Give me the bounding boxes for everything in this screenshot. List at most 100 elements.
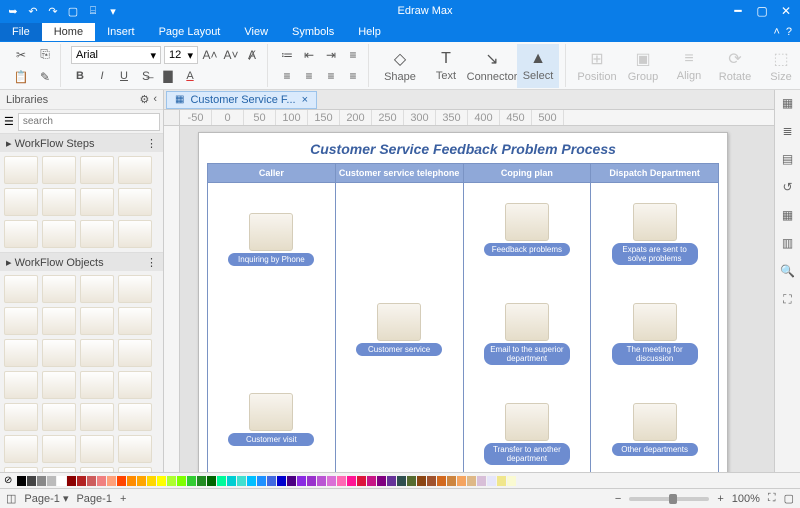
library-collapse-icon[interactable]: ‹ [153,93,157,106]
tab-home[interactable]: Home [42,23,95,41]
shape-thumb[interactable] [42,435,76,463]
library-settings-icon[interactable]: ⚙ [139,93,149,106]
shape-thumb[interactable] [4,435,38,463]
fullscreen-icon[interactable]: ⛶ [779,290,797,308]
history-icon[interactable]: ↺ [779,178,797,196]
format-painter-icon[interactable]: ✎ [36,68,54,86]
page-icon[interactable]: ▤ [779,150,797,168]
zoom-out-icon[interactable]: − [615,493,621,505]
color-swatch[interactable] [457,476,466,486]
increase-font-icon[interactable]: A˄ [201,46,219,64]
color-swatch[interactable] [217,476,226,486]
shape-thumb[interactable] [118,435,152,463]
app-logo-icon[interactable]: ➥ [4,2,22,20]
shape-thumb[interactable] [42,371,76,399]
node-feedback-problems[interactable]: Feedback problems [482,203,572,256]
group-button[interactable]: ▣Group [622,44,664,88]
decrease-font-icon[interactable]: A˅ [222,46,240,64]
justify-icon[interactable]: ≡ [344,67,362,85]
color-swatch[interactable] [447,476,456,486]
undo-icon[interactable]: ↶ [24,2,42,20]
paste-icon[interactable]: 📋 [12,68,30,86]
shape-thumb[interactable] [42,403,76,431]
minimize-icon[interactable]: ━ [728,4,748,18]
shape-thumb[interactable] [4,188,38,216]
collapse-ribbon-icon[interactable]: ˄ [773,26,779,38]
shape-thumb[interactable] [118,403,152,431]
color-swatch[interactable] [237,476,246,486]
color-swatch[interactable] [57,476,66,486]
color-swatch[interactable] [467,476,476,486]
color-swatch[interactable] [417,476,426,486]
color-swatch[interactable] [37,476,46,486]
bullets-icon[interactable]: ≔ [278,46,296,64]
shape-thumb[interactable] [80,307,114,335]
color-swatch[interactable] [337,476,346,486]
shape-thumb[interactable] [118,371,152,399]
italic-icon[interactable]: I [93,67,111,85]
shape-thumb[interactable] [4,220,38,248]
font-select[interactable]: Arial▾ [71,46,161,64]
page-tab[interactable]: Page-1 [76,493,111,505]
shape-thumb[interactable] [80,188,114,216]
shape-thumb[interactable] [42,188,76,216]
align-center-icon[interactable]: ≡ [300,67,318,85]
fit-page-icon[interactable]: ▢ [784,492,794,505]
color-swatch[interactable] [477,476,486,486]
align-right-icon[interactable]: ≡ [322,67,340,85]
grid-view-icon[interactable]: ▦ [779,94,797,112]
color-swatch[interactable] [27,476,36,486]
no-color-icon[interactable]: ⊘ [4,475,16,486]
shape-thumb[interactable] [118,339,152,367]
font-size-select[interactable]: 12▾ [164,46,198,64]
table-icon[interactable]: ▦ [779,206,797,224]
diagram-title[interactable]: Customer Service Feedback Problem Proces… [207,141,719,157]
add-page-icon[interactable]: + [120,493,126,505]
fit-window-icon[interactable]: ⛶ [768,492,776,505]
node-meeting[interactable]: The meeting for discussion [610,303,700,365]
line-spacing-icon[interactable]: ≡ [344,46,362,64]
node-email-superior[interactable]: Email to the superior department [482,303,572,365]
color-swatch[interactable] [157,476,166,486]
shape-thumb[interactable] [118,220,152,248]
color-swatch[interactable] [247,476,256,486]
help-icon[interactable]: ? [786,26,792,38]
align-left-icon[interactable]: ≡ [278,67,296,85]
shape-thumb[interactable] [80,275,114,303]
color-swatch[interactable] [47,476,56,486]
shape-thumb[interactable] [118,275,152,303]
tab-view[interactable]: View [232,23,280,41]
color-swatch[interactable] [67,476,76,486]
color-swatch[interactable] [257,476,266,486]
shape-thumb[interactable] [42,275,76,303]
layers-icon[interactable]: ≣ [779,122,797,140]
maximize-icon[interactable]: ▢ [752,4,772,18]
color-swatch[interactable] [207,476,216,486]
lane-coping-plan[interactable]: Coping plan Feedback problems Email to t… [464,164,592,472]
tab-page-layout[interactable]: Page Layout [147,23,233,41]
color-swatch[interactable] [347,476,356,486]
node-transfer-dept[interactable]: Transfer to another department [482,403,572,465]
size-button[interactable]: ⬚Size [760,44,800,88]
shape-button[interactable]: ◇Shape [379,44,421,88]
new-icon[interactable]: ▢ [64,2,82,20]
section-workflow-objects[interactable]: ▸ WorkFlow Objects⋮ [0,253,163,271]
shape-thumb[interactable] [80,403,114,431]
shape-thumb[interactable] [42,156,76,184]
tab-insert[interactable]: Insert [95,23,147,41]
color-swatch[interactable] [297,476,306,486]
page-dropdown[interactable]: Page-1 ▾ [24,492,68,505]
shape-thumb[interactable] [42,307,76,335]
color-swatch[interactable] [387,476,396,486]
tab-file[interactable]: File [0,23,42,41]
shape-thumb[interactable] [118,156,152,184]
color-swatch[interactable] [307,476,316,486]
redo-icon[interactable]: ↷ [44,2,62,20]
align-button[interactable]: ≡Align [668,44,710,88]
color-swatch[interactable] [127,476,136,486]
shape-thumb[interactable] [80,220,114,248]
shape-thumb[interactable] [4,275,38,303]
search-input[interactable] [18,113,160,131]
shape-thumb[interactable] [4,156,38,184]
color-swatch[interactable] [147,476,156,486]
